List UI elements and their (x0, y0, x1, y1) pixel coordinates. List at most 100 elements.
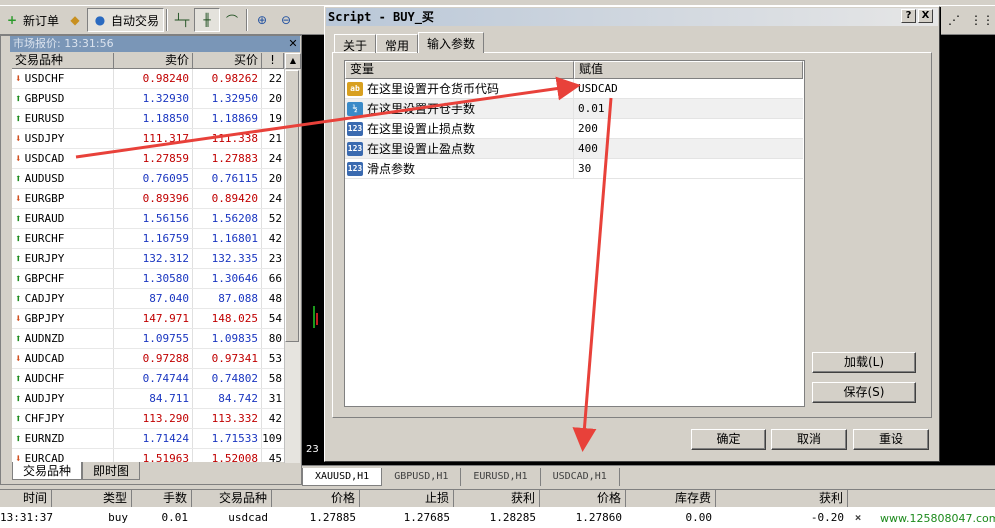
col-value[interactable]: 赋值 (574, 61, 803, 79)
tab-common[interactable]: 常用 (376, 34, 419, 53)
tab-symbols[interactable]: 交易品种 (12, 462, 83, 480)
help-button[interactable]: ? (901, 9, 916, 23)
param-row[interactable]: 123 滑点参数 30 (345, 159, 803, 179)
list-item[interactable]: ⬆ EURAUD 1.56156 1.56208 52 (12, 209, 284, 229)
col-tp[interactable]: 获利 (454, 490, 540, 507)
grid-icon[interactable]: ⋮⋮ (970, 12, 994, 28)
col-bid[interactable]: 卖价 (114, 53, 193, 69)
col-ask[interactable]: 买价 (193, 53, 262, 69)
auto-trading-button[interactable]: ● 自动交易 (87, 8, 165, 32)
list-item[interactable]: ⬆ AUDUSD 0.76095 0.76115 20 (12, 169, 284, 189)
param-type-icon: ½ (347, 101, 363, 116)
tab-about[interactable]: 关于 (334, 34, 377, 53)
symbol-name: AUDNZD (24, 331, 65, 345)
ask-value: 1.32950 (193, 89, 262, 108)
col-type[interactable]: 类型 (52, 490, 132, 507)
metaeditor-button[interactable]: ◆ (63, 8, 87, 32)
list-item[interactable]: ⬆ CHFJPY 113.290 113.332 42 (12, 409, 284, 429)
bid-value: 87.040 (114, 289, 193, 308)
table-row[interactable]: 13:31:37 buy 0.01 usdcad 1.27885 1.27685… (0, 507, 995, 528)
close-position-icon[interactable]: × (848, 507, 868, 528)
ok-button[interactable]: 确定 (691, 429, 766, 450)
param-value[interactable]: 400 (574, 139, 598, 158)
indicator-icon[interactable]: ⋰ (946, 12, 962, 28)
list-item[interactable]: ⬆ GBPUSD 1.32930 1.32950 20 (12, 89, 284, 109)
chart-tab[interactable]: XAUUSD,H1 (302, 467, 383, 486)
list-item[interactable]: ⬇ USDJPY 111.317 111.338 21 (12, 129, 284, 149)
bid-value: 0.74744 (114, 369, 193, 388)
list-item[interactable]: ⬇ USDCHF 0.98240 0.98262 22 (12, 69, 284, 89)
tab-inputs[interactable]: 输入参数 (418, 32, 485, 53)
symbol-name: GBPJPY (24, 311, 65, 325)
symbol-name: AUDCAD (24, 351, 65, 365)
param-type-icon: 123 (347, 121, 363, 136)
param-value[interactable]: 0.01 (574, 99, 605, 118)
load-button[interactable]: 加载(L) (812, 352, 916, 373)
col-variable[interactable]: 变量 (345, 61, 574, 79)
col-profit[interactable]: 获利 (716, 490, 848, 507)
tab-tick-chart[interactable]: 即时图 (82, 462, 141, 480)
spread-value: 42 (268, 412, 282, 425)
list-item[interactable]: ⬇ EURCAD 1.51963 1.52008 45 (12, 449, 284, 462)
zoom-in-button[interactable]: ⊕ (250, 8, 274, 32)
col-price[interactable]: 价格 (272, 490, 360, 507)
col-symbol[interactable]: 交易品种 (12, 53, 114, 69)
chart-tab[interactable]: USDCAD,H1 (541, 467, 620, 486)
scrollbar-thumb[interactable] (285, 70, 299, 342)
list-item[interactable]: ⬆ AUDJPY 84.711 84.742 31 (12, 389, 284, 409)
ask-value: 1.27883 (193, 149, 262, 168)
param-row[interactable]: ab 在这里设置开仓货币代码 USDCAD (345, 79, 803, 99)
param-row[interactable]: ½ 在这里设置开仓手数 0.01 (345, 99, 803, 119)
metaeditor-icon: ◆ (70, 13, 80, 27)
list-item[interactable]: ⬇ USDCAD 1.27859 1.27883 24 (12, 149, 284, 169)
list-item[interactable]: ⬇ AUDCAD 0.97288 0.97341 53 (12, 349, 284, 369)
spread-value: 19 (268, 112, 282, 125)
candle-chart-button[interactable]: ╫ (194, 8, 221, 32)
bar-chart-button[interactable]: ┴┬ (170, 8, 194, 32)
new-order-button[interactable]: + 新订单 (0, 8, 63, 32)
col-time[interactable]: 时间 (0, 490, 52, 507)
col-swap[interactable]: 库存费 (626, 490, 716, 507)
dialog-close-button[interactable]: X (918, 9, 933, 23)
param-value[interactable]: USDCAD (574, 79, 618, 98)
param-row[interactable]: 123 在这里设置止盈点数 400 (345, 139, 803, 159)
symbol-name: USDCHF (24, 71, 65, 85)
cancel-button[interactable]: 取消 (771, 429, 847, 450)
chart-tab[interactable]: GBPUSD,H1 (382, 467, 462, 486)
ask-value: 148.025 (193, 309, 262, 328)
col-sl[interactable]: 止损 (360, 490, 454, 507)
bid-value: 111.317 (114, 129, 193, 148)
arrow-down-icon: ⬇ (15, 151, 22, 165)
arrow-up-icon: ⬆ (15, 251, 22, 265)
list-item[interactable]: ⬆ EURNZD 1.71424 1.71533 109 (12, 429, 284, 449)
param-row[interactable]: 123 在这里设置止损点数 200 (345, 119, 803, 139)
param-value[interactable]: 30 (574, 159, 591, 178)
col-spread[interactable]: ! (262, 53, 284, 69)
new-order-label: 新订单 (23, 13, 60, 28)
reset-button[interactable]: 重设 (853, 429, 929, 450)
list-item[interactable]: ⬆ EURUSD 1.18850 1.18869 19 (12, 109, 284, 129)
zoom-out-button[interactable]: ⊖ (274, 8, 298, 32)
market-watch-close-icon[interactable]: ✕ (286, 37, 300, 51)
spread-value: 109 (262, 432, 282, 445)
line-chart-button[interactable]: ⌒ (220, 8, 244, 32)
col-symbol[interactable]: 交易品种 (192, 490, 272, 507)
chart-tab[interactable]: EURUSD,H1 (461, 467, 541, 486)
col-lots[interactable]: 手数 (132, 490, 192, 507)
col-cur-price[interactable]: 价格 (540, 490, 626, 507)
ask-value: 132.335 (193, 249, 262, 268)
inputs-grid-rows: ab 在这里设置开仓货币代码 USDCAD ½ 在这里设置开仓手数 0.01 123 在这里设… (345, 79, 803, 179)
save-button[interactable]: 保存(S) (812, 382, 916, 403)
list-item[interactable]: ⬆ EURJPY 132.312 132.335 23 (12, 249, 284, 269)
list-item[interactable]: ⬆ EURCHF 1.16759 1.16801 42 (12, 229, 284, 249)
list-item[interactable]: ⬆ AUDNZD 1.09755 1.09835 80 (12, 329, 284, 349)
symbol-name: CHFJPY (24, 411, 65, 425)
param-value[interactable]: 200 (574, 119, 598, 138)
list-item[interactable]: ⬆ CADJPY 87.040 87.088 48 (12, 289, 284, 309)
arrow-up-icon: ⬆ (15, 371, 22, 385)
list-item[interactable]: ⬇ GBPJPY 147.971 148.025 54 (12, 309, 284, 329)
list-item[interactable]: ⬇ EURGBP 0.89396 0.89420 24 (12, 189, 284, 209)
list-item[interactable]: ⬆ GBPCHF 1.30580 1.30646 66 (12, 269, 284, 289)
list-item[interactable]: ⬆ AUDCHF 0.74744 0.74802 58 (12, 369, 284, 389)
scroll-up-icon[interactable]: ▲ (285, 53, 301, 69)
